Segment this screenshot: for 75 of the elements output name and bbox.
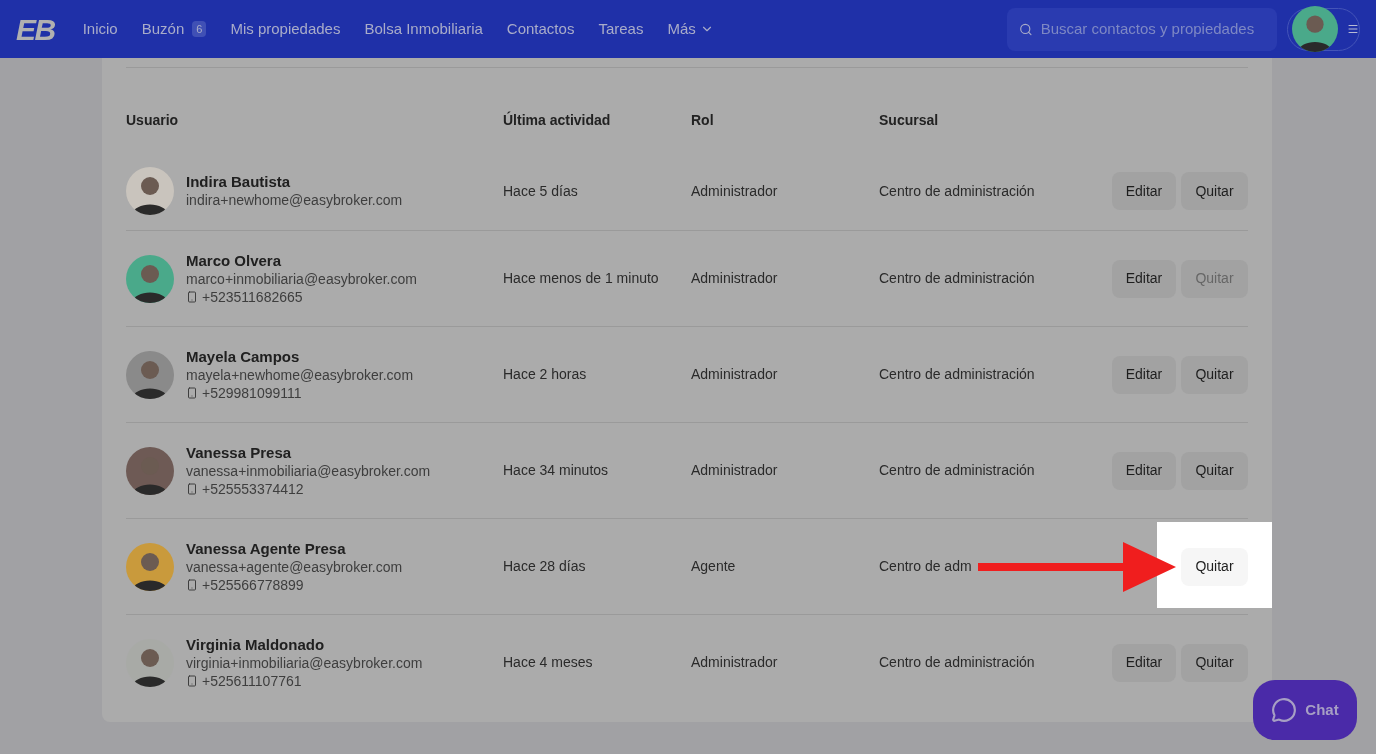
user-name: Virginia Maldonado	[186, 635, 326, 654]
edit-button[interactable]: Editar	[1112, 172, 1176, 210]
avatar	[1292, 6, 1338, 52]
chat-bubble-icon	[1271, 697, 1298, 723]
user-phone: +525611107761	[202, 671, 302, 690]
role: Administrador	[691, 653, 779, 672]
remove-button[interactable]: Quitar	[1181, 451, 1248, 490]
user-name: Indira Bautista	[186, 173, 292, 191]
last-activity: Hace 4 meses	[503, 653, 594, 672]
user-phone: +523511682665	[202, 287, 303, 306]
remove-button[interactable]: Quitar	[1181, 643, 1248, 682]
user-email: vanessa+agente@easybroker.com	[186, 557, 403, 576]
role: Administrador	[691, 461, 779, 480]
edit-button[interactable]: Editar	[1112, 451, 1176, 490]
user-email: vanessa+inmobiliaria@easybroker.com	[186, 461, 431, 480]
last-activity: Hace menos de 1 minuto	[503, 269, 660, 288]
branch: Centro de administración	[879, 181, 1036, 201]
user-name: Vanessa Presa	[186, 443, 293, 462]
avatar	[126, 350, 174, 399]
search-bar[interactable]: Buscar contactos y propiedades	[1007, 7, 1277, 51]
nav-link[interactable]: Contactos	[506, 17, 575, 41]
column-header: Sucursal	[879, 110, 939, 130]
nav-link[interactable]: Más	[667, 17, 714, 41]
logo[interactable]: EB	[16, 6, 55, 52]
last-activity: Hace 28 días	[503, 557, 587, 576]
remove-button[interactable]: Quitar	[1181, 355, 1248, 394]
nav-link[interactable]: Inicio	[82, 17, 118, 41]
column-header: Usuario	[126, 110, 180, 130]
nav-link[interactable]: Mis propiedades	[230, 17, 341, 41]
last-activity: Hace 34 minutos	[503, 461, 610, 480]
edit-button[interactable]: Editar	[1112, 259, 1176, 298]
search-input[interactable]: Buscar contactos y propiedades	[1040, 17, 1265, 41]
user-name: Marco Olvera	[186, 251, 283, 270]
role: Administrador	[691, 181, 779, 201]
nav-link[interactable]: Bolsa Inmobiliaria	[364, 17, 483, 41]
last-activity: Hace 2 horas	[503, 365, 588, 384]
phone-icon	[186, 386, 198, 399]
arrow-icon	[978, 541, 1176, 592]
phone-icon	[186, 578, 198, 591]
count-badge: 6	[192, 20, 207, 38]
edit-button[interactable]: Editar	[1112, 355, 1176, 394]
branch: Centro de administración	[879, 461, 1036, 480]
phone-icon	[186, 674, 198, 687]
branch: Centro de administración	[879, 269, 1036, 288]
last-activity: Hace 5 días	[503, 181, 579, 201]
phone-icon	[186, 482, 198, 495]
phone-icon	[186, 290, 198, 303]
edit-button[interactable]: Editar	[1112, 643, 1176, 682]
role: Agente	[691, 557, 737, 576]
avatar	[126, 254, 174, 303]
user-phone: +525553374412	[202, 479, 304, 498]
user-email: indira+newhome@easybroker.com	[186, 191, 403, 209]
role: Administrador	[691, 365, 779, 384]
branch: Centro de administración	[879, 653, 1036, 672]
user-email: mayela+newhome@easybroker.com	[186, 365, 414, 384]
column-header: Rol	[691, 110, 715, 130]
nav-link[interactable]: Buzón 6	[141, 17, 207, 41]
user-phone: +525566778899	[202, 575, 304, 594]
user-name: Vanessa Agente Presa	[186, 539, 347, 558]
remove-button[interactable]: Quitar	[1181, 172, 1248, 210]
remove-button[interactable]: Quitar	[1181, 547, 1248, 586]
user-name: Mayela Campos	[186, 347, 301, 366]
user-email: marco+inmobiliaria@easybroker.com	[186, 269, 417, 288]
chat-button[interactable]: Chat	[1253, 680, 1357, 740]
search-icon	[1019, 21, 1033, 37]
branch: Centro de adm	[879, 557, 973, 576]
avatar	[126, 446, 174, 495]
avatar	[126, 167, 174, 215]
avatar	[126, 542, 174, 591]
user-phone: +529981099111	[202, 383, 302, 402]
nav-link[interactable]: Tareas	[598, 17, 644, 41]
column-header: Última actividad	[503, 110, 612, 130]
branch: Centro de administración	[879, 365, 1036, 384]
user-email: virginia+inmobiliaria@easybroker.com	[186, 653, 423, 672]
role: Administrador	[691, 269, 779, 288]
